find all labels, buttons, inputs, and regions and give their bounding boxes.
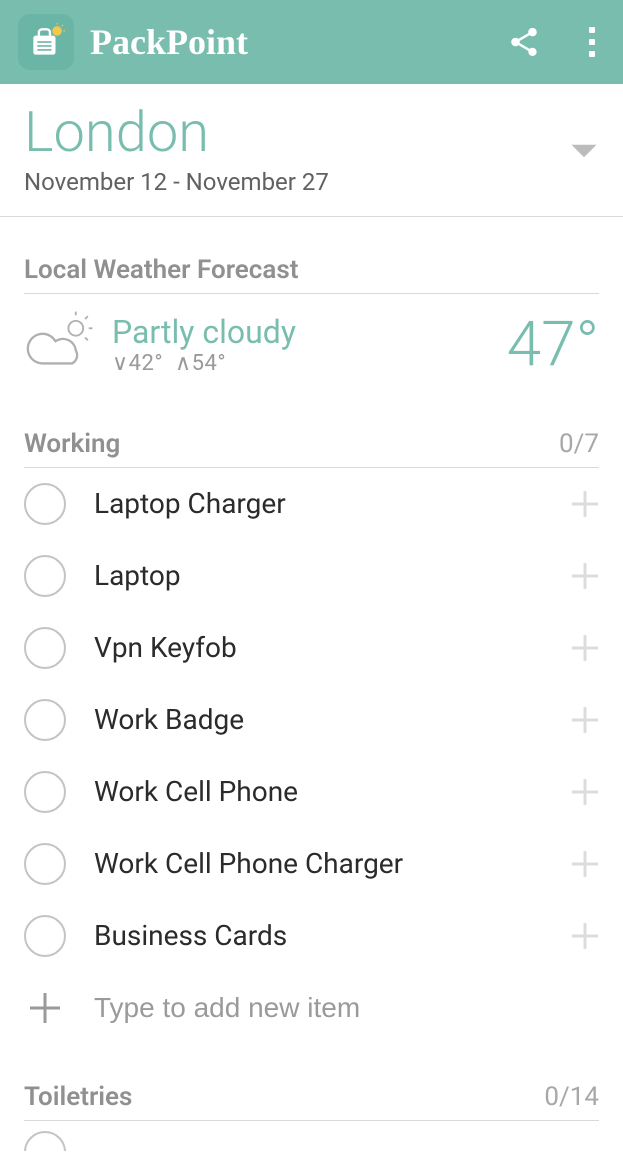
- app-title: PackPoint: [90, 21, 507, 63]
- add-item-input[interactable]: [94, 992, 599, 1024]
- weather-high: 54°: [192, 351, 226, 376]
- checkbox[interactable]: [24, 843, 66, 885]
- weather-temperature: 47°: [507, 308, 599, 381]
- increment-icon[interactable]: [571, 922, 599, 950]
- category-count: 0/7: [559, 429, 599, 459]
- destination-city: London: [24, 102, 569, 164]
- category-name: Working: [24, 429, 559, 459]
- list-item[interactable]: [24, 1121, 599, 1151]
- list-item[interactable]: Business Cards: [24, 900, 599, 972]
- app-logo-icon: [18, 14, 74, 70]
- weather-condition: Partly cloudy: [112, 313, 493, 351]
- checkbox[interactable]: [24, 915, 66, 957]
- increment-icon[interactable]: [571, 850, 599, 878]
- category-header-toiletries[interactable]: Toiletries 0/14: [24, 1044, 599, 1121]
- increment-icon[interactable]: [571, 634, 599, 662]
- list-item[interactable]: Laptop: [24, 540, 599, 612]
- item-label: Vpn Keyfob: [94, 631, 571, 664]
- list-item[interactable]: Work Cell Phone Charger: [24, 828, 599, 900]
- destination-card[interactable]: London November 12 - November 27: [0, 84, 623, 217]
- list-item[interactable]: Laptop Charger: [24, 468, 599, 540]
- weather-low: 42°: [129, 351, 163, 376]
- increment-icon[interactable]: [571, 562, 599, 590]
- overflow-menu-icon[interactable]: [581, 21, 603, 63]
- category-count: 0/14: [544, 1082, 599, 1112]
- list-item[interactable]: Work Badge: [24, 684, 599, 756]
- plus-icon[interactable]: [24, 987, 66, 1029]
- checkbox[interactable]: [24, 1131, 66, 1151]
- item-label: Business Cards: [94, 919, 571, 952]
- item-label: Laptop: [94, 559, 571, 592]
- destination-dates: November 12 - November 27: [24, 168, 569, 196]
- weather-row: Partly cloudy ∨42° ∧54° 47°: [24, 294, 599, 391]
- increment-icon[interactable]: [571, 490, 599, 518]
- add-item-row[interactable]: [24, 972, 599, 1044]
- item-label: Work Cell Phone: [94, 775, 571, 808]
- increment-icon[interactable]: [571, 778, 599, 806]
- partly-cloudy-icon: [24, 309, 98, 379]
- weather-title-text: Local Weather Forecast: [24, 255, 599, 285]
- checkbox[interactable]: [24, 627, 66, 669]
- item-label: Laptop Charger: [94, 487, 571, 520]
- checkbox[interactable]: [24, 699, 66, 741]
- checkbox[interactable]: [24, 555, 66, 597]
- checkbox[interactable]: [24, 771, 66, 813]
- list-item[interactable]: Work Cell Phone: [24, 756, 599, 828]
- chevron-down-icon[interactable]: [569, 142, 599, 160]
- category-header-working[interactable]: Working 0/7: [24, 391, 599, 468]
- category-name: Toiletries: [24, 1082, 544, 1112]
- weather-range: ∨42° ∧54°: [112, 351, 493, 376]
- list-item[interactable]: Vpn Keyfob: [24, 612, 599, 684]
- item-label: Work Badge: [94, 703, 571, 736]
- checkbox[interactable]: [24, 483, 66, 525]
- item-label: Work Cell Phone Charger: [94, 847, 571, 880]
- app-header: PackPoint: [0, 0, 623, 84]
- share-icon[interactable]: [507, 25, 541, 59]
- weather-section-title: Local Weather Forecast: [24, 217, 599, 294]
- increment-icon[interactable]: [571, 706, 599, 734]
